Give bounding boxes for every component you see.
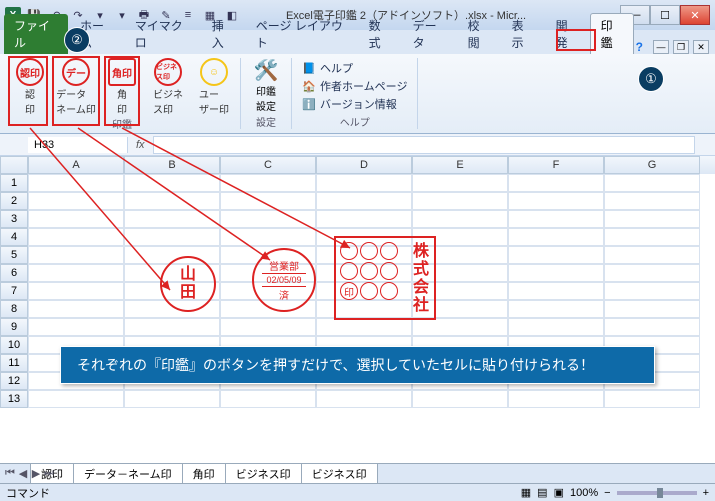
arrow-1	[0, 0, 715, 501]
badge-one: ①	[638, 66, 664, 92]
badge-two: ②	[64, 27, 90, 53]
